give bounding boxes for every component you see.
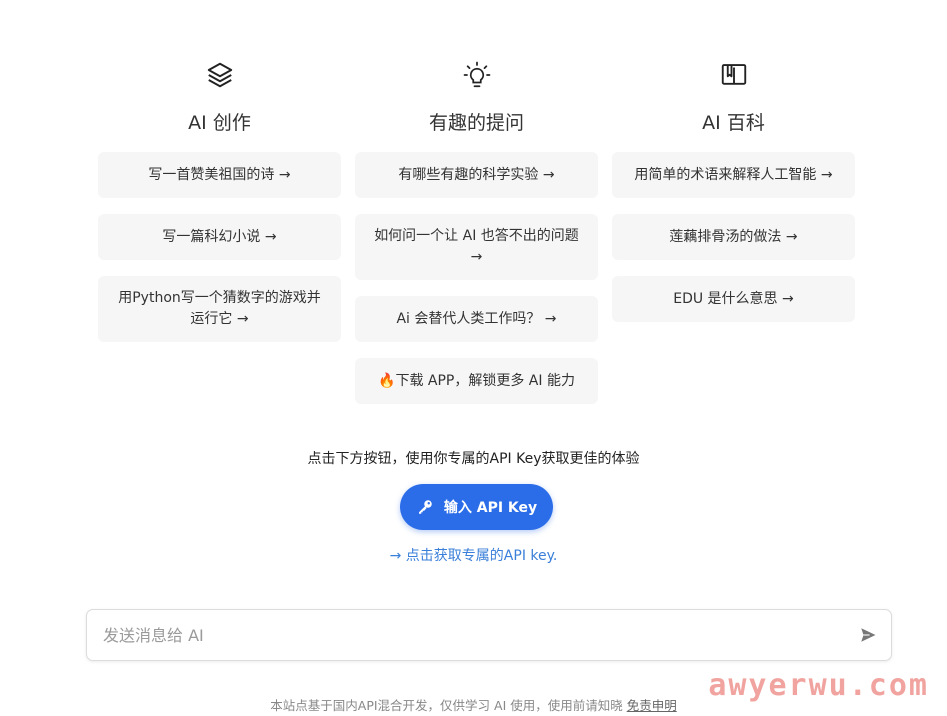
card-label: 有哪些有趣的科学实验 → <box>398 166 555 183</box>
get-api-key-link[interactable]: → 点击获取专属的API key. <box>0 545 947 565</box>
download-app-card[interactable]: 🔥下载 APP，解锁更多 AI 能力 <box>355 358 598 404</box>
watermark: awyerwu.com <box>708 668 929 703</box>
card-label: 写一首赞美祖国的诗 → <box>148 166 291 183</box>
suggestion-card[interactable]: 莲藕排骨汤的做法 → <box>612 214 855 260</box>
book-icon <box>717 58 751 92</box>
footer-text: 本站点基于国内API混合开发，仅供学习 AI 使用，使用前请知晓 <box>270 698 627 713</box>
card-label: 如何问一个让 AI 也答不出的问题 → <box>374 228 579 265</box>
column-fun-questions: 有趣的提问 有哪些有趣的科学实验 → 如何问一个让 AI 也答不出的问题 → A… <box>355 58 598 420</box>
layers-icon <box>203 58 237 92</box>
page: AI 创作 写一首赞美祖国的诗 → 写一篇科幻小说 → 用Python写一个猜数… <box>0 0 947 716</box>
send-icon <box>859 626 877 644</box>
card-label: 用简单的术语来解释人工智能 → <box>634 166 833 183</box>
card-label: 用Python写一个猜数字的游戏并运行它 → <box>118 290 321 327</box>
message-composer <box>86 609 892 661</box>
suggestion-card[interactable]: 写一篇科幻小说 → <box>98 214 341 260</box>
suggestion-card[interactable]: 如何问一个让 AI 也答不出的问题 → <box>355 214 598 280</box>
suggestion-card[interactable]: 用简单的术语来解释人工智能 → <box>612 152 855 198</box>
send-button[interactable] <box>857 624 879 646</box>
suggestion-card[interactable]: 写一首赞美祖国的诗 → <box>98 152 341 198</box>
suggestion-columns: AI 创作 写一首赞美祖国的诗 → 写一篇科幻小说 → 用Python写一个猜数… <box>98 58 855 420</box>
card-label: 写一篇科幻小说 → <box>162 228 277 245</box>
suggestion-card[interactable]: 有哪些有趣的科学实验 → <box>355 152 598 198</box>
enter-api-key-button[interactable]: 输入 API Key <box>400 484 553 530</box>
card-label: EDU 是什么意思 → <box>673 290 794 307</box>
column-title: 有趣的提问 <box>428 112 524 134</box>
card-label: 莲藕排骨汤的做法 → <box>669 228 798 245</box>
suggestion-card[interactable]: EDU 是什么意思 → <box>612 276 855 322</box>
message-input[interactable] <box>103 610 843 660</box>
suggestion-card[interactable]: Ai 会替代人类工作吗？ → <box>355 296 598 342</box>
column-title: AI 创作 <box>188 112 251 134</box>
card-label: Ai 会替代人类工作吗？ → <box>396 310 557 327</box>
suggestion-card[interactable]: 用Python写一个猜数字的游戏并运行它 → <box>98 276 341 342</box>
button-label: 输入 API Key <box>443 500 538 516</box>
column-ai-encyclopedia: AI 百科 用简单的术语来解释人工智能 → 莲藕排骨汤的做法 → EDU 是什么… <box>612 58 855 420</box>
column-ai-creation: AI 创作 写一首赞美祖国的诗 → 写一篇科幻小说 → 用Python写一个猜数… <box>98 58 341 420</box>
key-icon <box>416 498 434 516</box>
disclaimer-link[interactable]: 免责申明 <box>627 698 677 713</box>
card-label: 🔥下载 APP，解锁更多 AI 能力 <box>378 372 575 389</box>
column-title: AI 百科 <box>702 112 765 134</box>
lightbulb-icon <box>460 58 494 92</box>
api-key-hint: 点击下方按钮，使用你专属的API Key获取更佳的体验 <box>307 451 640 467</box>
